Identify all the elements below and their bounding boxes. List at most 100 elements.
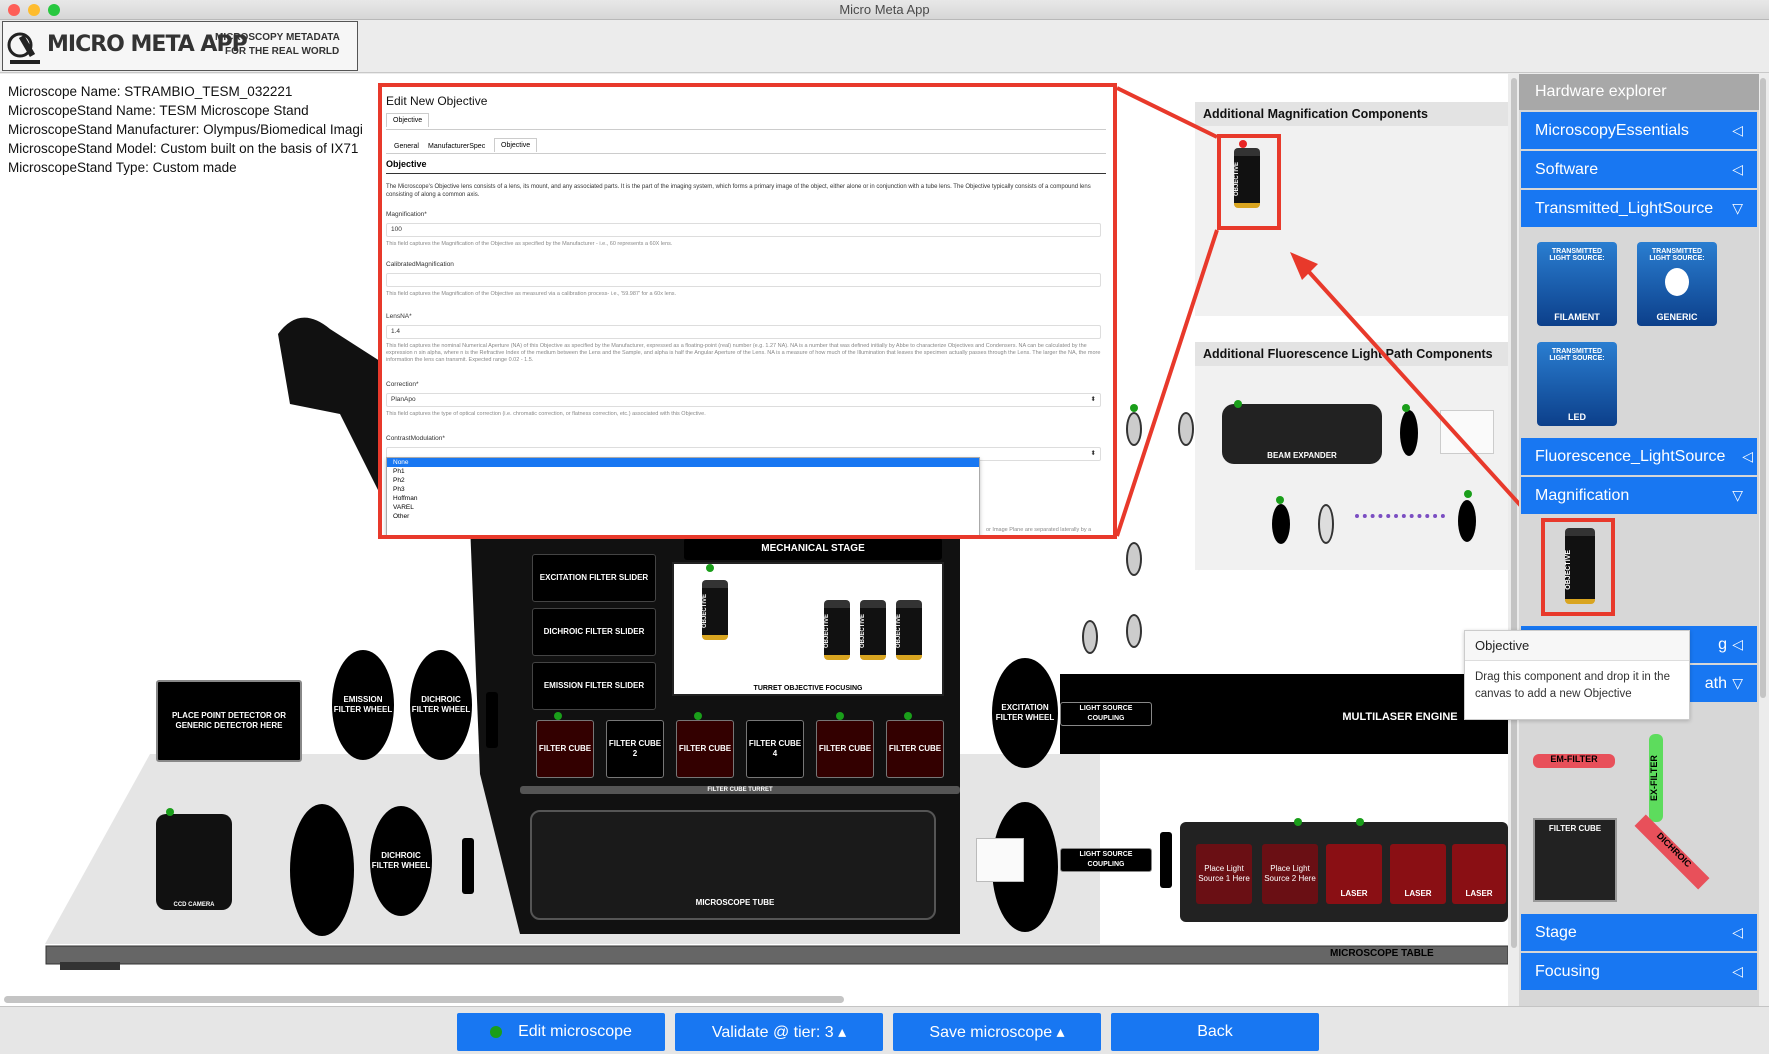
laser-source-2[interactable]: LASER: [1390, 844, 1446, 904]
logo-tagline-1: MICROSCOPY METADATA: [215, 32, 340, 43]
option-other[interactable]: Other: [387, 512, 979, 521]
microscope-tube[interactable]: MICROSCOPE TUBE: [530, 810, 936, 920]
save-microscope-button[interactable]: Save microscope ▴: [893, 1013, 1101, 1051]
dichroic-filter-wheel-2[interactable]: DICHROIC FILTER WHEEL: [370, 806, 432, 916]
ex-filter-thumb[interactable]: EX-FILTER: [1649, 734, 1663, 822]
chevron-updown-icon: ⬍: [1090, 396, 1096, 403]
generic-lens-component[interactable]: [1318, 504, 1334, 544]
relay-lens[interactable]: [486, 692, 498, 748]
turret-objective[interactable]: OBJECTIVE: [824, 600, 850, 660]
excitation-filter-wheel[interactable]: EXCITATION FILTER WHEEL: [992, 658, 1058, 768]
beam-expander-component[interactable]: BEAM EXPANDER: [1222, 404, 1382, 464]
option-ph3[interactable]: Ph3: [387, 485, 979, 494]
filter-cube-5[interactable]: FILTER CUBE: [816, 720, 874, 778]
tab-general[interactable]: General: [390, 140, 423, 153]
emission-filter-wheel-2[interactable]: [290, 804, 354, 936]
excitation-filter-slider[interactable]: EXCITATION FILTER SLIDER: [532, 554, 656, 602]
lensna-input[interactable]: 1.4: [386, 325, 1101, 339]
light-source-coupling-2[interactable]: LIGHT SOURCE COUPLING: [1060, 848, 1152, 872]
place-light-source-2[interactable]: Place Light Source 2 Here: [1262, 844, 1318, 904]
option-none[interactable]: None: [387, 458, 979, 467]
explorer-item-fluorescence-lightsource[interactable]: Fluorescence_LightSource ◁: [1521, 438, 1757, 475]
beam-splitter-component[interactable]: [1440, 410, 1494, 454]
option-ph1[interactable]: Ph1: [387, 467, 979, 476]
option-hoffman[interactable]: Hoffman: [387, 494, 979, 503]
shutter-component-2[interactable]: [1458, 500, 1476, 542]
led-light-source-thumb[interactable]: TRANSMITTED LIGHT SOURCE: LED: [1537, 342, 1617, 426]
mirror-component[interactable]: [1126, 412, 1142, 446]
canvas-scrollbar-vertical[interactable]: [1511, 78, 1517, 948]
laser-source-1[interactable]: LASER: [1326, 844, 1382, 904]
mirror-component-2[interactable]: [1178, 412, 1194, 446]
top-tab-objective[interactable]: Objective: [386, 113, 430, 127]
microscope-table-label: MICROSCOPE TABLE: [1330, 948, 1434, 959]
edit-microscope-button[interactable]: Edit microscope: [457, 1013, 665, 1051]
mirror-component-3[interactable]: [1126, 542, 1142, 576]
emission-filter-wheel[interactable]: EMISSION FILTER WHEEL: [332, 650, 394, 760]
filter-cube-1[interactable]: FILTER CUBE: [536, 720, 594, 778]
contrast-modulation-dropdown[interactable]: None Ph1 Ph2 Ph3 Hoffman VAREL Other: [386, 457, 980, 535]
validate-tier-button[interactable]: Validate @ tier: 3 ▴: [675, 1013, 883, 1051]
correction-select[interactable]: PlanApo ⬍: [386, 393, 1101, 407]
option-varel[interactable]: VAREL: [387, 503, 979, 512]
explorer-item-focusing[interactable]: Focusing ◁: [1521, 953, 1757, 990]
turret-objective-focusing[interactable]: OBJECTIVE OBJECTIVE OBJECTIVE OBJECTIVE …: [672, 562, 944, 696]
em-filter-thumb[interactable]: EM-FILTER: [1533, 754, 1615, 768]
light-source-coupling[interactable]: LIGHT SOURCE COUPLING: [1060, 702, 1152, 726]
explorer-objective-item[interactable]: OBJECTIVE: [1565, 528, 1595, 604]
calibrated-magnification-input[interactable]: [386, 273, 1101, 287]
dichroic-thumb[interactable]: DICHROIC: [1634, 814, 1710, 890]
emission-filter-slider[interactable]: EMISSION FILTER SLIDER: [532, 662, 656, 710]
status-dot: [836, 712, 844, 720]
light-guide-component[interactable]: [1355, 514, 1445, 534]
tab-objective[interactable]: Objective: [494, 138, 538, 152]
calibrated-magnification-desc: This field captures the Magnification of…: [386, 291, 677, 297]
filter-cube-thumb[interactable]: FILTER CUBE: [1533, 818, 1617, 902]
detector-placeholder[interactable]: PLACE POINT DETECTOR OR GENERIC DETECTOR…: [156, 680, 302, 762]
laser-source-3[interactable]: LASER: [1452, 844, 1506, 904]
iris-diaphragm-component[interactable]: [1272, 504, 1290, 544]
shutter-component[interactable]: [1400, 410, 1418, 456]
hardware-explorer: Hardware explorer MicroscopyEssentials ◁ …: [1519, 74, 1759, 1006]
beam-splitter-lower[interactable]: [976, 838, 1024, 882]
tab-manufacturerspec[interactable]: ManufacturerSpec: [424, 140, 489, 153]
chevron-down-icon: ▽: [1732, 200, 1743, 216]
status-dot: [1130, 404, 1138, 412]
generic-light-source-thumb[interactable]: TRANSMITTED LIGHT SOURCE: GENERIC: [1637, 242, 1717, 326]
explorer-item-transmitted-lightsource[interactable]: Transmitted_LightSource ▽: [1521, 190, 1757, 227]
calibrated-magnification-label: CalibratedMagnification: [386, 261, 454, 268]
close-window-button[interactable]: [8, 4, 20, 16]
option-ph2[interactable]: Ph2: [387, 476, 979, 485]
place-light-source-1[interactable]: Place Light Source 1 Here: [1196, 844, 1252, 904]
status-dot: [1276, 496, 1284, 504]
coupling-lens[interactable]: [1160, 832, 1172, 888]
explorer-item-magnification[interactable]: Magnification ▽: [1521, 477, 1757, 514]
canvas-scrollbar-horizontal[interactable]: [4, 996, 844, 1003]
back-button[interactable]: Back: [1111, 1013, 1319, 1051]
edit-objective-dialog[interactable]: Edit New Objective Objective General Man…: [378, 83, 1117, 539]
filament-light-source-thumb[interactable]: TRANSMITTED LIGHT SOURCE: FILAMENT: [1537, 242, 1617, 326]
magnification-input[interactable]: 100: [386, 223, 1101, 237]
turret-objective[interactable]: OBJECTIVE: [702, 580, 728, 640]
tooltip-body: Drag this component and drop it in the c…: [1475, 671, 1670, 700]
explorer-item-software[interactable]: Software ◁: [1521, 151, 1757, 188]
filter-cube-2[interactable]: FILTER CUBE 2: [606, 720, 664, 778]
dichroic-filter-wheel[interactable]: DICHROIC FILTER WHEEL: [410, 650, 472, 760]
ccd-camera[interactable]: CCD CAMERA: [156, 814, 232, 910]
filter-cube-6[interactable]: FILTER CUBE: [886, 720, 944, 778]
turret-objective[interactable]: OBJECTIVE: [896, 600, 922, 660]
explorer-scrollbar[interactable]: [1760, 78, 1766, 698]
generic-lens-component-2[interactable]: [1082, 620, 1098, 654]
turret-objective[interactable]: OBJECTIVE: [860, 600, 886, 660]
filter-cube-4[interactable]: FILTER CUBE 4: [746, 720, 804, 778]
filter-cube-3[interactable]: FILTER CUBE: [676, 720, 734, 778]
status-dot: [694, 712, 702, 720]
explorer-item-stage[interactable]: Stage ◁: [1521, 914, 1757, 951]
mirror-component-4[interactable]: [1126, 614, 1142, 648]
zoom-window-button[interactable]: [48, 4, 60, 16]
objective-component[interactable]: OBJECTIVE: [1234, 148, 1260, 208]
minimize-window-button[interactable]: [28, 4, 40, 16]
explorer-item-microscopyessentials[interactable]: MicroscopyEssentials ◁: [1521, 112, 1757, 149]
relay-lens-2[interactable]: [462, 838, 474, 894]
dichroic-filter-slider[interactable]: DICHROIC FILTER SLIDER: [532, 608, 656, 656]
